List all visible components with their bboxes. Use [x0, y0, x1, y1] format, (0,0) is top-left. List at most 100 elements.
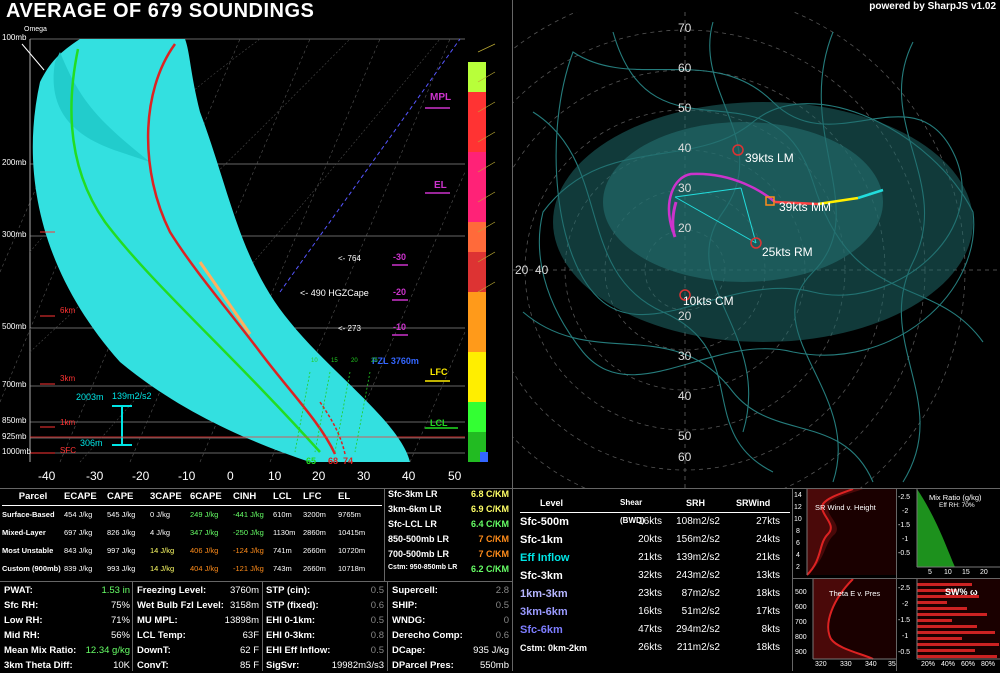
parcel-value: 1130m [273, 528, 296, 537]
temp-tick: 50 [448, 469, 462, 483]
parcel-value: 9765m [338, 510, 361, 519]
hodo-ring-label: 40 [678, 389, 692, 403]
thermo-col-2: Freezing Level: 3760m Wet Bulb Fzl Level: 3… [137, 583, 259, 673]
thermo-label: WNDG: [392, 615, 426, 626]
skewt-temp-axis: -40 -30 -20 -10 0 10 20 30 40 50 [0, 469, 512, 485]
thermo-row: Mid RH: 56% [4, 628, 130, 643]
hodo-ring-label: 60 [678, 61, 692, 75]
thermo-label: MU MPL: [137, 615, 178, 626]
axis-tick: 330 [840, 661, 852, 668]
parcel-value: 454 J/kg [64, 510, 93, 519]
hodograph-labels: 70 60 50 40 30 20 20 30 40 50 60 40 20 3… [513, 12, 1000, 488]
kin-value: 87m2/s2 [681, 588, 720, 599]
thermo-row: MU MPL: 13898m [137, 613, 259, 628]
kin-value: 18kts [756, 588, 780, 599]
parcel-value: 3200m [303, 510, 326, 519]
kin-level: Sfc-1km [520, 534, 563, 546]
height-label: 3km [60, 374, 76, 383]
thermo-value: 3760m [229, 585, 259, 596]
parcel-value: 10720m [338, 546, 366, 555]
parcel-value: 610m [273, 510, 292, 519]
kin-value: 26kts [638, 642, 662, 653]
thermo-row: EHI Eff Inflow: 0.5 [266, 643, 384, 658]
thermo-label: SHIP: [392, 600, 418, 611]
kin-level: Sfc-6km [520, 624, 563, 636]
storm-motion-mm: 39kts MM [779, 200, 832, 214]
hodo-ring-label: 30 [678, 349, 692, 363]
isotherm-marker: -10 [393, 322, 407, 332]
thermo-col-3: STP (cin): 0.5 STP (fixed): 0.6 EHI 0-1km: 0.… [266, 583, 384, 673]
thermo-value: 2.8 [495, 585, 509, 596]
thermo-col-1: PWAT: 1.53 in Sfc RH: 75% Low RH: 71% Mid RH: 5… [4, 583, 130, 673]
thermo-value: 935 J/kg [473, 645, 509, 656]
hodo-ring-label: 50 [678, 101, 692, 115]
sfc-temp-label: 74 [343, 456, 354, 466]
panel-divider [512, 488, 513, 671]
parcel-value: 826 J/kg [107, 528, 136, 537]
axis-tick: 15 [962, 569, 970, 576]
thermo-label: Wet Bulb Fzl Level: [137, 600, 224, 611]
thermo-label: Low RH: [4, 615, 43, 626]
sr-wind-labels: SR Wind v. Height 14 12 10 8 6 4 2 [793, 489, 896, 578]
parcel-name: Surface-Based [2, 510, 55, 519]
parcel-row: Custom (900mb) 839 J/kg 993 J/kg 14 J/kg 404… [2, 560, 382, 578]
wetbulb-tick: 20 [351, 358, 358, 364]
kin-value: 17kts [756, 606, 780, 617]
mpl-label: MPL [430, 92, 452, 103]
parcel-value: -441 J/kg [233, 510, 264, 519]
pressure-label: 850mb [2, 416, 27, 425]
inflow-top-label: 2003m [76, 392, 104, 402]
parcel-value: 839 J/kg [64, 564, 93, 573]
sw-omega-labels: SW% ω -2.5 -2 -1.5 -1 -0.5 20% 40% 60% 8… [897, 579, 1000, 671]
wetbulb-tick: 10 [311, 358, 318, 364]
parcel-value: 843 J/kg [64, 546, 93, 555]
parcel-value: 741m [273, 546, 292, 555]
kinematics-row: 3km-6km 16kts 51m2/s2 17kts [520, 603, 790, 621]
pressure-label: 200mb [2, 158, 27, 167]
lapse-rate-label: 700-500mb LR [388, 549, 450, 559]
parcel-value: 14 J/kg [150, 564, 175, 573]
lapse-rate-value: 6.9 C/KM [470, 504, 509, 514]
thermo-value: 0 [503, 615, 509, 626]
thermo-value: 3158m [229, 600, 259, 611]
axis-tick: 600 [795, 604, 807, 611]
kin-level: Eff Inflow [520, 552, 570, 564]
sfc-virtual-temp-label: 68 [328, 456, 339, 466]
lapse-rate-value: 6.8 C/KM [470, 489, 509, 499]
kin-value: 27kts [756, 516, 780, 527]
parcel-value: 993 J/kg [107, 564, 136, 573]
parcel-header: EL [338, 491, 351, 502]
pressure-label: 1000mb [2, 447, 31, 456]
kin-value: 23kts [638, 588, 662, 599]
kin-value: 156m2/s2 [676, 534, 720, 545]
thermo-label: Sfc RH: [4, 600, 39, 611]
axis-tick: 500 [795, 589, 807, 596]
pressure-label: 100mb [2, 33, 27, 42]
parcel-value: 404 J/kg [190, 564, 219, 573]
thermo-row: Low RH: 71% [4, 613, 130, 628]
axis-tick: 20% [921, 661, 936, 668]
temp-tick: -20 [132, 469, 150, 483]
kin-level: Sfc-3km [520, 570, 563, 582]
thermo-label: Mid RH: [4, 630, 40, 641]
panel-divider [132, 581, 133, 671]
axis-tick: -1 [902, 633, 909, 640]
axis-tick: 6 [796, 540, 800, 547]
thermo-value: 0.5 [495, 600, 509, 611]
hodo-ring-label: 20 [515, 263, 529, 277]
panel-divider [0, 581, 512, 582]
storm-motion-rm: 25kts RM [762, 245, 813, 259]
axis-tick: 60% [961, 661, 976, 668]
thermo-row: Supercell: 2.8 [392, 583, 509, 598]
thermo-row: WNDG: 0 [392, 613, 509, 628]
kin-value: 16kts [638, 606, 662, 617]
lapse-rate-value: 7 C/KM [478, 549, 509, 559]
parcel-header: Parcel [18, 491, 48, 502]
lapse-rate-label: Sfc-LCL LR [388, 519, 437, 529]
parcel-value: 743m [273, 564, 292, 573]
parcel-value: 0 J/kg [150, 510, 171, 519]
parcel-value: 10718m [338, 564, 366, 573]
axis-tick: 35 [888, 661, 896, 668]
kinematics-row: 1km-3km 23kts 87m2/s2 18kts [520, 585, 790, 603]
hgz-label: <- 273 [338, 324, 361, 333]
